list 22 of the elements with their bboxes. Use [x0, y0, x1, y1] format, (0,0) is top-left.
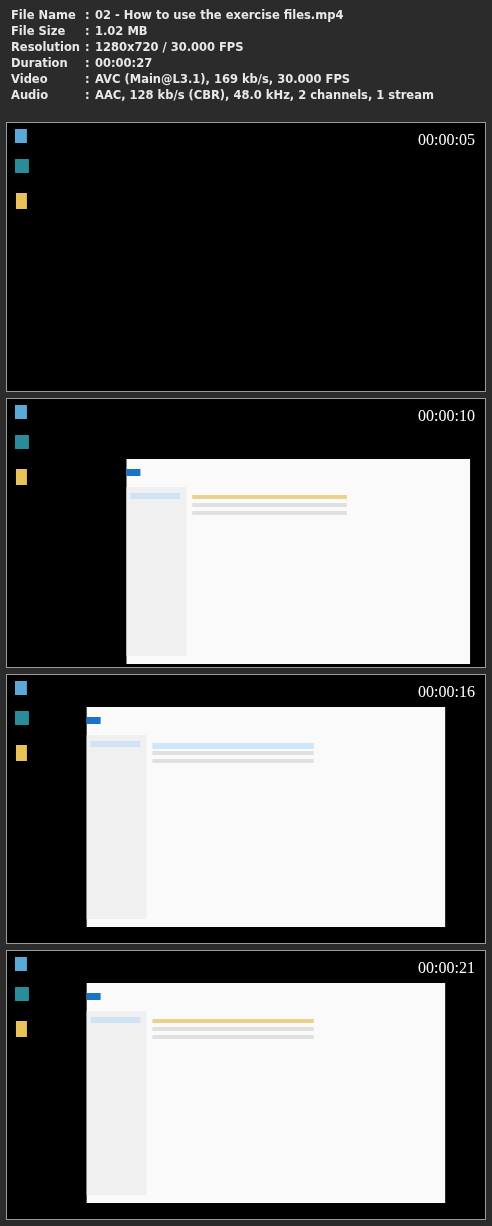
field-label: File Name	[11, 7, 77, 23]
field-value: 1.02 MB	[95, 23, 148, 39]
colon: :	[85, 87, 91, 103]
timestamp: 00:00:16	[418, 683, 475, 701]
field-label: Audio	[11, 87, 50, 103]
colon: :	[85, 55, 91, 71]
field-value: 02 - How to use the exercise files.mp4	[95, 7, 344, 23]
colon: :	[85, 7, 91, 23]
field-value: AAC, 128 kb/s (CBR), 48.0 kHz, 2 channels, 1 stream	[95, 87, 434, 103]
field-label: Duration	[11, 55, 69, 71]
colon: :	[85, 23, 91, 39]
field-label: File Size	[11, 23, 67, 39]
field-value: 00:00:27	[95, 55, 153, 71]
colon: :	[85, 39, 91, 55]
timestamp: 00:00:10	[418, 407, 475, 425]
timestamp: 00:00:21	[418, 959, 475, 977]
field-label: Resolution	[11, 39, 82, 55]
field-value: 1280x720 / 30.000 FPS	[95, 39, 244, 55]
field-label: Video	[11, 71, 49, 87]
colon: :	[85, 71, 91, 87]
field-value: AVC (Main@L3.1), 169 kb/s, 30.000 FPS	[95, 71, 351, 87]
timestamp: 00:00:05	[418, 131, 475, 149]
